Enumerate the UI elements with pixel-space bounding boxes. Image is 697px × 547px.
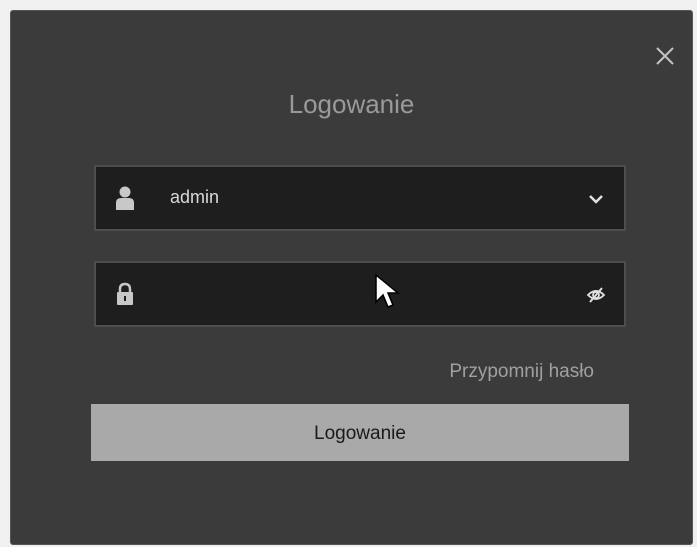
login-dialog: Logowanie admin Przypomnij hasło Logowan… [10,10,693,545]
lock-icon [116,282,134,306]
username-value: admin [170,187,220,207]
login-button[interactable]: Logowanie [91,404,629,461]
password-input[interactable] [156,277,560,313]
eye-off-icon[interactable] [586,285,606,305]
close-icon[interactable] [654,45,676,67]
chevron-down-icon[interactable] [586,189,606,209]
forgot-password-link[interactable]: Przypomnij hasło [449,361,594,383]
dialog-title: Logowanie [288,89,415,119]
password-field[interactable] [94,261,626,327]
username-select[interactable]: admin [94,165,626,231]
user-icon [116,186,134,210]
